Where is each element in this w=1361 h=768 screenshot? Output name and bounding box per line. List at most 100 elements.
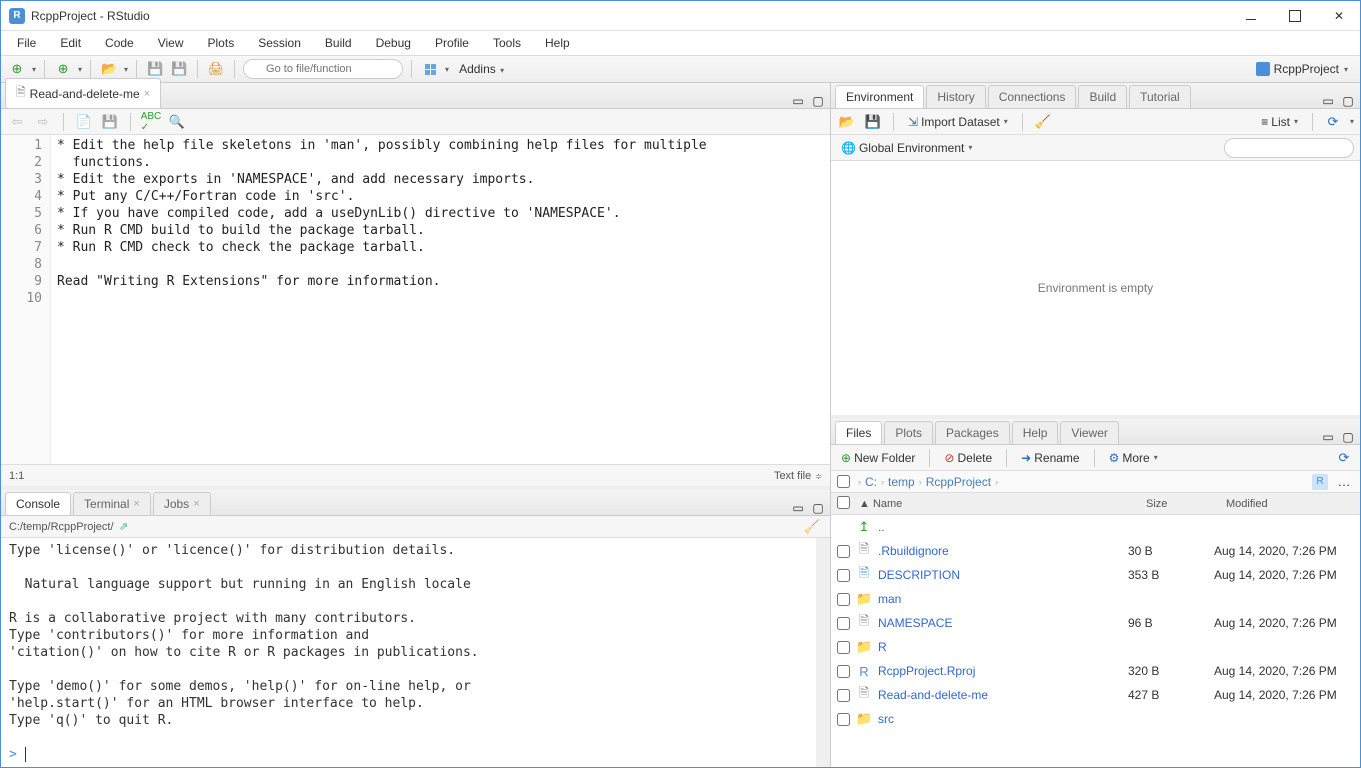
file-row[interactable]: 📁src — [831, 707, 1360, 731]
refresh-button[interactable]: ⟳ — [1323, 112, 1343, 132]
minimize-pane-button[interactable]: ▭ — [1320, 94, 1336, 108]
breadcrumb-segment[interactable]: temp — [888, 475, 915, 489]
env-search-input[interactable] — [1224, 138, 1354, 158]
tab-help[interactable]: Help — [1012, 421, 1059, 444]
file-row[interactable]: RRcppProject.Rproj320 BAug 14, 2020, 7:2… — [831, 659, 1360, 683]
column-modified[interactable]: Modified — [1220, 498, 1360, 510]
file-row[interactable]: 🗎DESCRIPTION353 BAug 14, 2020, 7:26 PM — [831, 563, 1360, 587]
tab-tutorial[interactable]: Tutorial — [1129, 85, 1191, 108]
file-checkbox[interactable] — [837, 545, 850, 558]
minimize-button[interactable] — [1238, 6, 1264, 26]
tab-viewer[interactable]: Viewer — [1060, 421, 1118, 444]
file-row[interactable]: 📁man — [831, 587, 1360, 611]
new-file-button[interactable]: ⊕ — [7, 59, 27, 79]
menu-file[interactable]: File — [7, 33, 46, 53]
maximize-pane-button[interactable]: ▢ — [1340, 94, 1356, 108]
panes-layout-button[interactable] — [420, 59, 440, 79]
rename-button[interactable]: ➜ Rename — [1017, 449, 1083, 467]
file-name[interactable]: .Rbuildignore — [878, 544, 1122, 558]
menu-view[interactable]: View — [148, 33, 194, 53]
tab-history[interactable]: History — [926, 85, 985, 108]
close-button[interactable]: ✕ — [1326, 6, 1352, 26]
menu-help[interactable]: Help — [535, 33, 580, 53]
file-name[interactable]: NAMESPACE — [878, 616, 1122, 630]
column-size[interactable]: Size — [1140, 498, 1220, 510]
dropdown-icon[interactable]: ▾ — [445, 65, 449, 74]
file-row[interactable]: 🗎NAMESPACE96 BAug 14, 2020, 7:26 PM — [831, 611, 1360, 635]
source-tab[interactable]: 🗎 Read-and-delete-me × — [5, 78, 161, 108]
scrollbar[interactable] — [816, 538, 830, 767]
dropdown-icon[interactable]: ▾ — [124, 65, 128, 74]
file-name[interactable]: .. — [878, 520, 1122, 534]
tab-packages[interactable]: Packages — [935, 421, 1010, 444]
tab-jobs[interactable]: Jobs × — [153, 492, 211, 515]
goto-file-input[interactable] — [243, 59, 403, 79]
menu-debug[interactable]: Debug — [366, 33, 421, 53]
file-row[interactable]: ↥.. — [831, 515, 1360, 539]
file-checkbox[interactable] — [837, 641, 850, 654]
file-checkbox[interactable] — [837, 713, 850, 726]
file-checkbox[interactable] — [837, 593, 850, 606]
tab-connections[interactable]: Connections — [988, 85, 1077, 108]
dropdown-icon[interactable]: ▾ — [32, 65, 36, 74]
clear-env-button[interactable]: 🧹 — [1033, 112, 1053, 132]
code-area[interactable]: * Edit the help file skeletons in 'man',… — [51, 135, 830, 464]
select-all-checkbox[interactable] — [837, 496, 850, 509]
menu-tools[interactable]: Tools — [483, 33, 531, 53]
source-editor[interactable]: 12345678910 * Edit the help file skeleto… — [1, 135, 830, 464]
forward-button[interactable]: ⇨ — [33, 112, 53, 132]
file-name[interactable]: RcppProject.Rproj — [878, 664, 1122, 678]
close-tab-button[interactable]: × — [193, 498, 199, 510]
maximize-pane-button[interactable]: ▢ — [810, 94, 826, 108]
menu-session[interactable]: Session — [248, 33, 311, 53]
file-name[interactable]: DESCRIPTION — [878, 568, 1122, 582]
new-project-button[interactable]: ⊕ — [53, 59, 73, 79]
dropdown-icon[interactable]: ▾ — [1350, 117, 1354, 126]
new-folder-button[interactable]: ⊕ New Folder — [837, 449, 919, 467]
file-checkbox[interactable] — [837, 569, 850, 582]
file-row[interactable]: 🗎Read-and-delete-me427 BAug 14, 2020, 7:… — [831, 683, 1360, 707]
minimize-pane-button[interactable]: ▭ — [1320, 430, 1336, 444]
save-all-button[interactable]: 💾 — [169, 59, 189, 79]
save-button[interactable]: 💾 — [145, 59, 165, 79]
tab-build[interactable]: Build — [1078, 85, 1127, 108]
back-button[interactable]: ⇦ — [7, 112, 27, 132]
maximize-button[interactable] — [1282, 6, 1308, 26]
tab-files[interactable]: Files — [835, 421, 882, 444]
file-checkbox[interactable] — [837, 689, 850, 702]
show-in-window-button[interactable]: 📄 — [74, 112, 94, 132]
more-button[interactable]: ⚙ More ▾ — [1105, 449, 1162, 467]
menu-profile[interactable]: Profile — [425, 33, 479, 53]
column-name[interactable]: ▲ Name — [853, 498, 1140, 510]
save-workspace-button[interactable]: 💾 — [863, 112, 883, 132]
file-name[interactable]: Read-and-delete-me — [878, 688, 1122, 702]
goto-wd-button[interactable]: ⇗ — [114, 517, 134, 537]
menu-plots[interactable]: Plots — [198, 33, 245, 53]
tab-terminal[interactable]: Terminal × — [73, 492, 151, 515]
menu-code[interactable]: Code — [95, 33, 144, 53]
menu-edit[interactable]: Edit — [50, 33, 91, 53]
more-path-button[interactable]: … — [1334, 472, 1354, 492]
project-switcher[interactable]: RcppProject ▾ — [1250, 62, 1354, 76]
refresh-files-button[interactable]: ⟳ — [1334, 448, 1354, 468]
breadcrumb-segment[interactable]: C: — [865, 475, 877, 489]
file-name[interactable]: man — [878, 592, 1122, 606]
delete-button[interactable]: ⊘ Delete — [940, 449, 996, 467]
file-type-selector[interactable]: Text file ≑ — [774, 470, 822, 482]
breadcrumb-checkbox[interactable] — [837, 475, 850, 488]
open-file-button[interactable]: 📂 — [99, 59, 119, 79]
file-checkbox[interactable] — [837, 617, 850, 630]
spellcheck-button[interactable]: ABC✓ — [141, 112, 161, 132]
console-output[interactable]: Type 'license()' or 'licence()' for dist… — [1, 538, 816, 767]
tab-environment[interactable]: Environment — [835, 85, 924, 108]
dropdown-icon[interactable]: ▾ — [78, 65, 82, 74]
import-dataset-button[interactable]: ⇲ Import Dataset ▾ — [904, 113, 1012, 131]
tab-plots[interactable]: Plots — [884, 421, 933, 444]
minimize-pane-button[interactable]: ▭ — [790, 94, 806, 108]
file-name[interactable]: R — [878, 640, 1122, 654]
tab-console[interactable]: Console — [5, 492, 71, 515]
clear-console-button[interactable]: 🧹 — [802, 517, 822, 537]
file-checkbox[interactable] — [837, 665, 850, 678]
addins-menu[interactable]: Addins ▾ — [453, 62, 510, 76]
file-name[interactable]: src — [878, 712, 1122, 726]
